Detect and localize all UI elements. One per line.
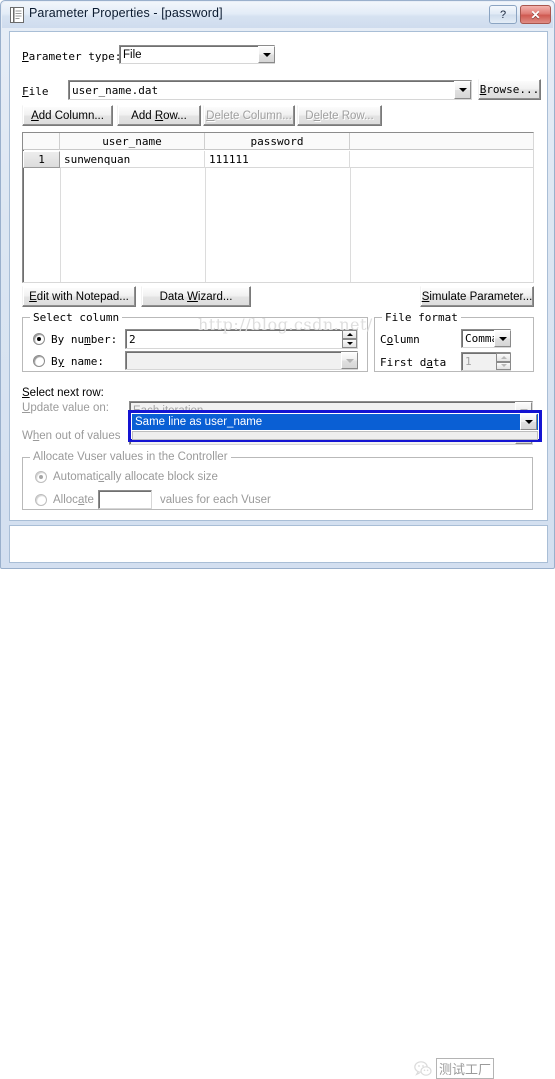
- file-format-group-caption: File format: [382, 311, 461, 324]
- grid-col-user-name[interactable]: user_name: [60, 133, 205, 150]
- by-number-radio[interactable]: [33, 333, 45, 345]
- close-button[interactable]: ✕: [520, 5, 551, 24]
- parameter-properties-window: Parameter Properties - [password] ? ✕ Pa…: [0, 0, 555, 1079]
- add-row-button[interactable]: Add Row...: [117, 105, 201, 126]
- select-next-row-combo-value[interactable]: Same line as user_name: [132, 414, 538, 430]
- by-number-label: By number:: [51, 333, 118, 346]
- grid-vline-2: [205, 168, 206, 282]
- table-row[interactable]: 1 sunwenquan 111111: [23, 151, 533, 168]
- update-value-on-label: Update value on:: [22, 402, 109, 414]
- wechat-icon: [414, 1060, 432, 1076]
- grid-col-password[interactable]: password: [205, 133, 350, 150]
- parameter-type-label: Parameter type:: [22, 50, 122, 63]
- file-label: File: [22, 85, 49, 98]
- dialog-client-area: Parameter type: File File user_name.dat …: [9, 31, 548, 521]
- delete-column-button: Delete Column...: [203, 105, 295, 126]
- allocate-vuser-group-caption: Allocate Vuser values in the Controller: [30, 451, 231, 463]
- simulate-parameter-button[interactable]: Simulate Parameter...: [420, 286, 534, 307]
- first-data-label: First data: [380, 356, 447, 369]
- window-title: Parameter Properties - [password]: [29, 6, 223, 20]
- add-column-button[interactable]: Add Column...: [22, 105, 113, 126]
- browse-button[interactable]: Browse...: [478, 79, 541, 100]
- grid-col-corner: [23, 133, 60, 150]
- title-bar[interactable]: Parameter Properties - [password] ? ✕: [2, 2, 553, 28]
- help-button[interactable]: ?: [489, 5, 517, 24]
- manual-allocate-input: [98, 490, 152, 509]
- first-data-spinner: [496, 353, 511, 370]
- grid-vline-3: [350, 168, 351, 282]
- select-next-row-combo-shadow: [132, 431, 538, 440]
- file-input[interactable]: user_name.dat: [68, 80, 472, 100]
- first-data-spin-up: [496, 353, 511, 362]
- first-data-spin-down: [496, 361, 511, 370]
- select-next-row-label: Select next row:: [22, 387, 104, 399]
- by-number-spin-down[interactable]: [342, 339, 357, 348]
- parameter-type-label-text: arameter type:: [28, 50, 122, 63]
- by-name-combo[interactable]: [125, 351, 358, 370]
- manual-allocate-label-suffix: values for each Vuser: [160, 494, 271, 506]
- grid-cell-user-name[interactable]: sunwenquan: [60, 151, 205, 168]
- manual-allocate-label-prefix: Allocate: [53, 494, 94, 506]
- edit-with-notepad-button[interactable]: Edit with Notepad...: [22, 286, 136, 307]
- wechat-watermark: 测试工厂: [414, 1058, 495, 1079]
- select-next-row-combo[interactable]: Same line as user_name: [128, 410, 542, 442]
- parameter-type-combo[interactable]: File: [119, 45, 275, 64]
- grid-header-row: user_name password: [23, 133, 533, 150]
- dialog-footer: 测试工厂: [9, 525, 548, 1079]
- by-name-dropdown-arrow[interactable]: [341, 352, 358, 369]
- grid-row-header[interactable]: 1: [23, 151, 60, 168]
- wechat-watermark-text: 测试工厂: [436, 1058, 495, 1079]
- parameter-data-grid[interactable]: user_name password 1 sunwenquan 111111: [22, 132, 534, 283]
- parameter-type-dropdown-arrow[interactable]: [258, 46, 275, 63]
- select-next-row-dropdown-arrow[interactable]: [520, 414, 537, 430]
- csdn-watermark: http://blog.csdn.net/: [198, 315, 373, 334]
- select-column-group-caption: Select column: [30, 311, 123, 324]
- column-format-label: Column: [380, 333, 420, 346]
- by-name-radio[interactable]: [33, 355, 45, 367]
- grid-vline-1: [60, 168, 61, 282]
- grid-col-user-name-label: user_name: [102, 135, 162, 148]
- grid-col-blank: [350, 133, 533, 150]
- auto-allocate-radio: [35, 471, 47, 483]
- grid-cell-password[interactable]: 111111: [205, 151, 350, 168]
- when-out-of-values-label: When out of values: [22, 430, 121, 442]
- auto-allocate-label: Automatically allocate block size: [53, 471, 218, 483]
- manual-allocate-radio: [35, 494, 47, 506]
- column-format-dropdown-arrow[interactable]: [494, 330, 511, 347]
- data-wizard-button[interactable]: Data Wizard...: [141, 286, 251, 307]
- file-dropdown-arrow[interactable]: [454, 81, 471, 99]
- by-name-label: By name:: [51, 355, 104, 368]
- delete-row-button: Delete Row...: [297, 105, 382, 126]
- file-lines-icon: [10, 7, 24, 23]
- grid-col-password-label: password: [250, 135, 304, 148]
